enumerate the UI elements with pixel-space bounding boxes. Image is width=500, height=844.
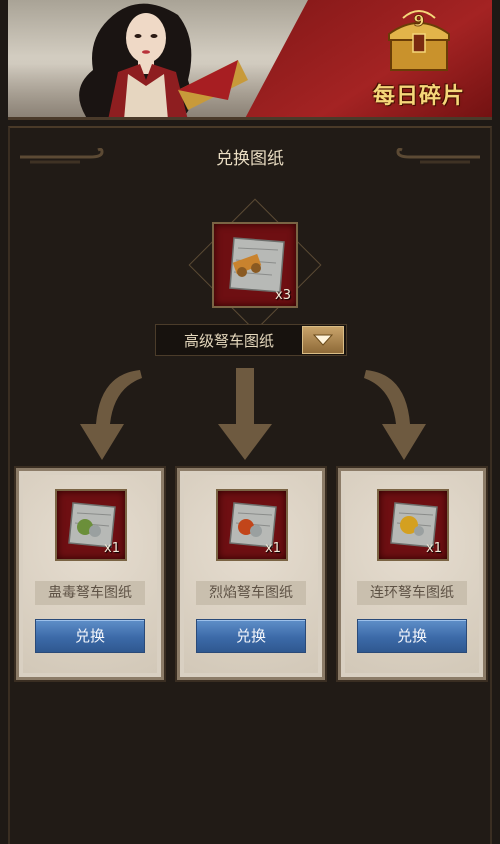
triangle-down-icon <box>313 334 333 346</box>
reward-item-quantity: x1 <box>265 541 281 556</box>
reward-item-slot[interactable]: x1 <box>55 489 127 561</box>
exchange-button[interactable]: 兑换 <box>196 619 306 653</box>
exchange-card: x1 蛊毒弩车图纸 兑换 <box>16 468 164 680</box>
reward-item-name: 烈焰弩车图纸 <box>196 581 306 605</box>
arrow-right-icon <box>364 370 426 460</box>
dropdown-toggle-button[interactable] <box>302 326 344 354</box>
panel-title: 兑换图纸 <box>216 148 284 169</box>
exchange-card: x1 烈焰弩车图纸 兑换 <box>177 468 325 680</box>
right-ornament <box>396 148 480 164</box>
reward-item-quantity: x1 <box>426 541 442 556</box>
arrow-center-icon <box>218 368 272 460</box>
exchange-button[interactable]: 兑换 <box>35 619 145 653</box>
reward-item-quantity: x1 <box>104 541 120 556</box>
treasure-chest-icon: 9 <box>388 10 450 71</box>
reward-item-name: 蛊毒弩车图纸 <box>35 581 145 605</box>
reward-item-slot[interactable]: x1 <box>216 489 288 561</box>
daily-fragments-button[interactable]: 9 每日碎片 <box>364 4 474 116</box>
exchange-button[interactable]: 兑换 <box>357 619 467 653</box>
source-item-slot[interactable]: x3 <box>212 222 298 308</box>
panel-header: 兑换图纸 <box>10 128 490 184</box>
blueprint-select[interactable]: 高级弩车图纸 <box>155 324 347 356</box>
exchange-panel: 兑换图纸 x3 高级弩车图纸 x1 蛊毒弩车图纸 兑换 x1 烈焰弩车图纸 兑换… <box>8 126 492 844</box>
character-portrait <box>79 3 248 117</box>
reward-item-name: 连环弩车图纸 <box>357 581 467 605</box>
daily-fragments-label: 每日碎片 <box>372 83 465 109</box>
reward-item-slot[interactable]: x1 <box>377 489 449 561</box>
source-item: x3 <box>188 198 322 332</box>
source-item-quantity: x3 <box>275 288 291 303</box>
top-banner: 9 每日碎片 <box>8 0 492 120</box>
exchange-card: x1 连环弩车图纸 兑换 <box>338 468 486 680</box>
left-ornament <box>20 148 104 164</box>
blueprint-select-value: 高级弩车图纸 <box>183 331 274 350</box>
arrow-left-icon <box>80 370 142 460</box>
chest-badge: 9 <box>413 11 424 30</box>
